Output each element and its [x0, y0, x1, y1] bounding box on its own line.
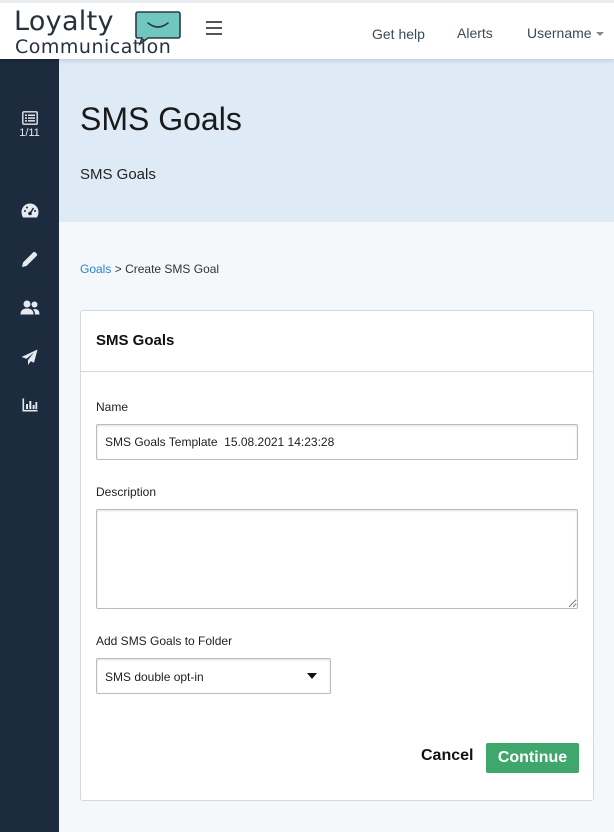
top-navbar: Loyalty Communication Get help Alerts Us… — [0, 0, 614, 59]
page-title: SMS Goals — [80, 101, 242, 137]
sidebar-item-edit[interactable] — [0, 251, 59, 268]
name-label: Name — [96, 400, 129, 414]
breadcrumb-goals-link[interactable]: Goals — [80, 262, 111, 276]
sidebar-item-list[interactable]: 1/11 — [0, 111, 59, 139]
description-textarea[interactable] — [96, 509, 578, 609]
username-label: Username — [527, 25, 592, 41]
user-menu[interactable]: Username — [527, 25, 604, 41]
sidebar-item-users[interactable] — [0, 300, 59, 315]
sidebar: 1/11 — [0, 59, 59, 832]
breadcrumb-current: Create SMS Goal — [125, 262, 220, 276]
brand-line2: Communication — [15, 36, 172, 58]
continue-button[interactable]: Continue — [486, 743, 579, 773]
chevron-down-icon — [595, 32, 604, 37]
list-count: 1/11 — [19, 127, 40, 139]
folder-label: Add SMS Goals to Folder — [96, 634, 233, 648]
users-icon — [20, 300, 39, 315]
folder-select[interactable]: SMS double opt-in — [96, 658, 331, 694]
folder-select-value: SMS double opt-in — [105, 670, 204, 684]
page-subtitle: SMS Goals — [80, 166, 156, 183]
alerts-link[interactable]: Alerts — [457, 25, 493, 41]
sidebar-item-dashboard[interactable] — [0, 203, 59, 218]
hamburger-menu-icon[interactable] — [206, 21, 222, 37]
card-title: SMS Goals — [81, 311, 593, 372]
name-input[interactable] — [96, 424, 578, 460]
page-header: SMS Goals SMS Goals — [59, 59, 614, 222]
brand-line1: Loyalty — [14, 6, 114, 37]
breadcrumb-separator: > — [114, 262, 122, 276]
brand-logo[interactable]: Loyalty Communication — [14, 6, 186, 58]
caret-down-icon — [307, 673, 317, 679]
pencil-icon — [22, 251, 38, 267]
sidebar-item-reports[interactable] — [0, 398, 59, 412]
list-icon — [21, 111, 38, 125]
paper-plane-icon — [21, 349, 38, 365]
dashboard-icon — [21, 203, 38, 218]
breadcrumb: Goals > Create SMS Goal — [80, 262, 219, 276]
sidebar-item-send[interactable] — [0, 349, 59, 366]
description-label: Description — [96, 485, 157, 499]
get-help-link[interactable]: Get help — [372, 26, 425, 42]
sms-goal-form-card: SMS Goals Name Description Add SMS Goals… — [80, 310, 594, 801]
bar-chart-icon — [22, 398, 37, 412]
cancel-button[interactable]: Cancel — [421, 747, 473, 765]
